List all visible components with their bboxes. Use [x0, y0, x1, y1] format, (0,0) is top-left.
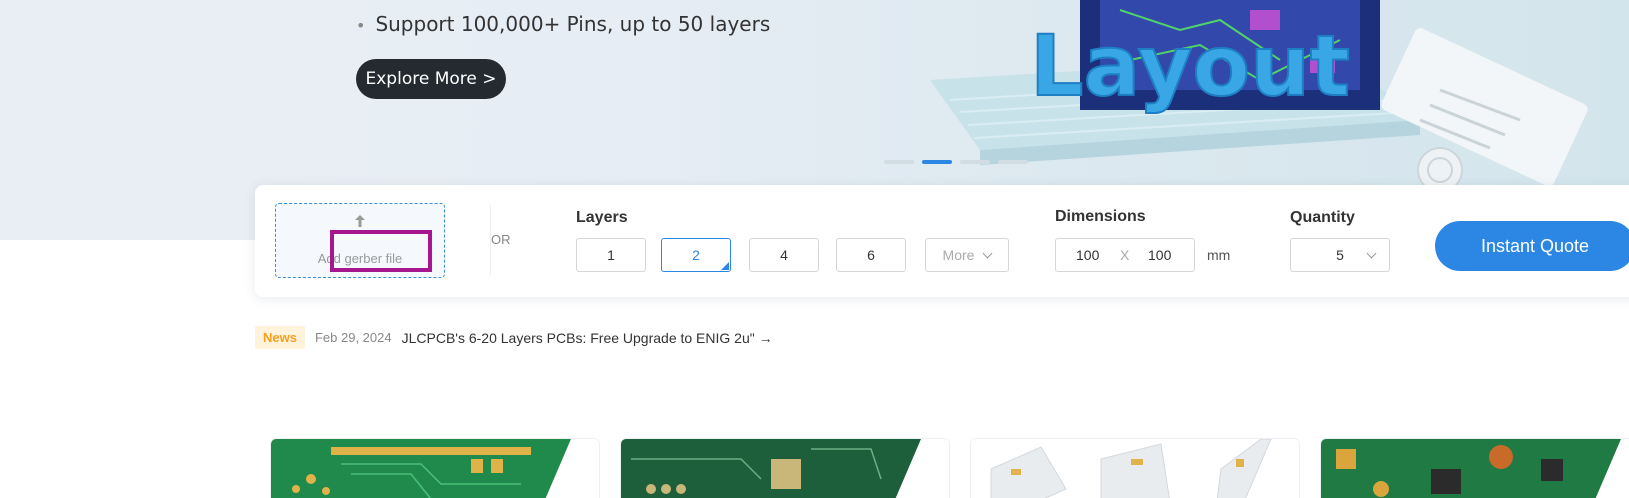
layer-option-2[interactable]: 2: [661, 238, 731, 272]
or-label: OR: [491, 232, 511, 247]
pcba-image: [1321, 439, 1621, 498]
chevron-down-icon: [983, 248, 993, 259]
instant-quote-button[interactable]: Instant Quote: [1435, 221, 1629, 271]
pcb-image: [621, 439, 921, 498]
carousel-dot[interactable]: [884, 160, 914, 164]
carousel-indicators: [884, 160, 1028, 164]
instant-quote-panel: Add gerber file OR Layers 1 2 4 6 More D…: [255, 185, 1629, 297]
pcb-image: [271, 439, 571, 498]
dimensions-title: Dimensions: [1055, 208, 1146, 225]
product-card[interactable]: [1320, 438, 1629, 498]
dimension-unit: mm: [1207, 247, 1231, 263]
news-bar: News Feb 29, 2024 JLCPCB's 6-20 Layers P…: [255, 326, 773, 349]
layers-title: Layers: [576, 209, 628, 226]
news-link[interactable]: JLCPCB's 6-20 Layers PCBs: Free Upgrade …: [402, 330, 773, 346]
hero-feature-item: • Support 100,000+ Pins, up to 50 layers: [356, 12, 771, 36]
news-badge: News: [255, 326, 305, 349]
dimension-separator: X: [1120, 247, 1130, 263]
product-card[interactable]: [270, 438, 600, 498]
height-input[interactable]: 100: [1148, 247, 1171, 263]
upload-arrow-icon: [355, 215, 365, 227]
quantity-title: Quantity: [1290, 209, 1355, 226]
gerber-upload-dropzone[interactable]: Add gerber file: [275, 203, 445, 278]
bullet-icon: •: [356, 16, 366, 35]
product-card[interactable]: [620, 438, 950, 498]
explore-more-button[interactable]: Explore More >: [356, 59, 506, 99]
width-input[interactable]: 100: [1076, 247, 1099, 263]
carousel-dot[interactable]: [960, 160, 990, 164]
carousel-dot-active[interactable]: [922, 160, 952, 164]
highlight-box: [330, 230, 432, 272]
news-date: Feb 29, 2024: [314, 330, 392, 345]
layer-option-6[interactable]: 6: [836, 238, 906, 272]
quantity-select[interactable]: 5: [1290, 238, 1390, 272]
product-card[interactable]: [970, 438, 1300, 498]
dimensions-input-group: 100 X 100: [1055, 238, 1195, 272]
layer-option-1[interactable]: 1: [576, 238, 646, 272]
layer-option-4[interactable]: 4: [749, 238, 819, 272]
carousel-dot[interactable]: [998, 160, 1028, 164]
layers-more-dropdown[interactable]: More: [925, 238, 1009, 272]
svg-text:Layout: Layout: [1030, 17, 1350, 115]
chevron-down-icon: [1366, 248, 1377, 259]
flex-pcb-image: [971, 439, 1299, 498]
